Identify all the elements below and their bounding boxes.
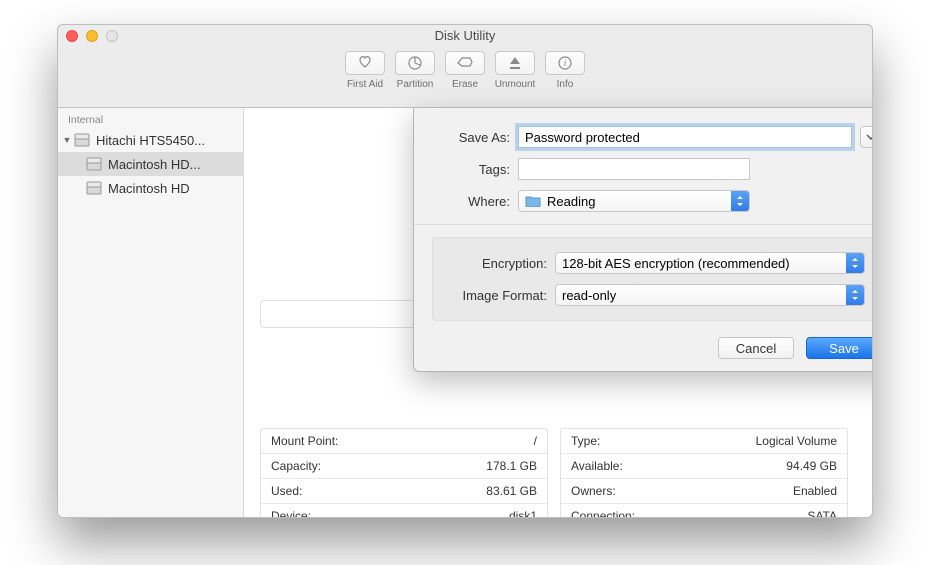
popup-arrows-icon xyxy=(846,253,864,273)
sidebar-section-header: Internal xyxy=(58,108,243,128)
save-button[interactable]: Save xyxy=(806,337,873,359)
chevron-down-icon xyxy=(866,133,873,141)
image-format-value: read-only xyxy=(562,288,616,303)
sidebar-item-label: Macintosh HD xyxy=(108,181,190,196)
info-row: Used:83.61 GB xyxy=(261,479,547,504)
info-row: Capacity:178.1 GB xyxy=(261,454,547,479)
popup-arrows-icon xyxy=(846,285,864,305)
expand-save-dialog-button[interactable] xyxy=(860,126,873,148)
main-content: r 9 MB Available 94.48 GB Mount Point:/ … xyxy=(244,108,872,517)
toolbar-label: Erase xyxy=(441,79,489,90)
hard-drive-icon xyxy=(74,132,90,148)
toolbar-partition[interactable]: Partition xyxy=(391,51,439,107)
sidebar-item-volume[interactable]: Macintosh HD... xyxy=(58,152,243,176)
where-popup[interactable]: Reading xyxy=(518,190,750,212)
divider xyxy=(414,224,873,225)
hard-drive-icon xyxy=(86,180,102,196)
info-row: Mount Point:/ xyxy=(261,429,547,454)
info-row: Type:Logical Volume xyxy=(561,429,847,454)
svg-text:i: i xyxy=(564,58,567,68)
info-row: Owners:Enabled xyxy=(561,479,847,504)
options-group: Encryption: 128-bit AES encryption (reco… xyxy=(432,237,873,321)
save-sheet: Save As: Tags: Where: xyxy=(413,108,873,372)
window-controls xyxy=(66,30,118,42)
tags-input[interactable] xyxy=(518,158,750,180)
disclosure-triangle-icon[interactable]: ▼ xyxy=(62,135,72,145)
sidebar: Internal ▼ Hitachi HTS5450... Macintosh … xyxy=(58,108,244,517)
encryption-popup[interactable]: 128-bit AES encryption (recommended) xyxy=(555,252,865,274)
info-row: Device:disk1 xyxy=(261,504,547,518)
save-as-label: Save As: xyxy=(432,130,518,145)
encryption-label: Encryption: xyxy=(449,256,555,271)
minimize-window-button[interactable] xyxy=(86,30,98,42)
sidebar-item-label: Hitachi HTS5450... xyxy=(96,133,205,148)
sidebar-item-label: Macintosh HD... xyxy=(108,157,200,172)
volume-info-table: Mount Point:/ Capacity:178.1 GB Used:83.… xyxy=(260,428,848,518)
info-column-right: Type:Logical Volume Available:94.49 GB O… xyxy=(560,428,848,518)
sidebar-item-disk[interactable]: ▼ Hitachi HTS5450... xyxy=(58,128,243,152)
folder-icon xyxy=(525,195,541,207)
zoom-window-button[interactable] xyxy=(106,30,118,42)
image-format-popup[interactable]: read-only xyxy=(555,284,865,306)
info-icon: i xyxy=(545,51,585,75)
unmount-icon xyxy=(495,51,535,75)
close-window-button[interactable] xyxy=(66,30,78,42)
toolbar-erase[interactable]: Erase xyxy=(441,51,489,107)
image-format-label: Image Format: xyxy=(449,288,555,303)
sidebar-item-volume[interactable]: Macintosh HD xyxy=(58,176,243,200)
toolbar-label: Partition xyxy=(391,79,439,90)
cancel-button[interactable]: Cancel xyxy=(718,337,794,359)
toolbar-label: First Aid xyxy=(341,79,389,90)
where-value: Reading xyxy=(547,194,595,209)
toolbar-label: Unmount xyxy=(491,79,539,90)
titlebar: Disk Utility xyxy=(58,25,872,47)
erase-icon xyxy=(445,51,485,75)
save-as-input[interactable] xyxy=(518,126,852,148)
info-row: Connection:SATA xyxy=(561,504,847,518)
encryption-value: 128-bit AES encryption (recommended) xyxy=(562,256,790,271)
where-label: Where: xyxy=(432,194,518,209)
partition-icon xyxy=(395,51,435,75)
toolbar-unmount[interactable]: Unmount xyxy=(491,51,539,107)
popup-arrows-icon xyxy=(731,191,749,211)
toolbar: First Aid Partition Erase Unmount i Info xyxy=(58,47,872,107)
first-aid-icon xyxy=(345,51,385,75)
window-title: Disk Utility xyxy=(58,25,872,43)
toolbar-info[interactable]: i Info xyxy=(541,51,589,107)
tags-label: Tags: xyxy=(432,162,518,177)
info-row: Available:94.49 GB xyxy=(561,454,847,479)
toolbar-label: Info xyxy=(541,79,589,90)
disk-utility-window: Disk Utility First Aid Partition Erase U… xyxy=(57,24,873,518)
hard-drive-icon xyxy=(86,156,102,172)
toolbar-first-aid[interactable]: First Aid xyxy=(341,51,389,107)
info-column-left: Mount Point:/ Capacity:178.1 GB Used:83.… xyxy=(260,428,548,518)
